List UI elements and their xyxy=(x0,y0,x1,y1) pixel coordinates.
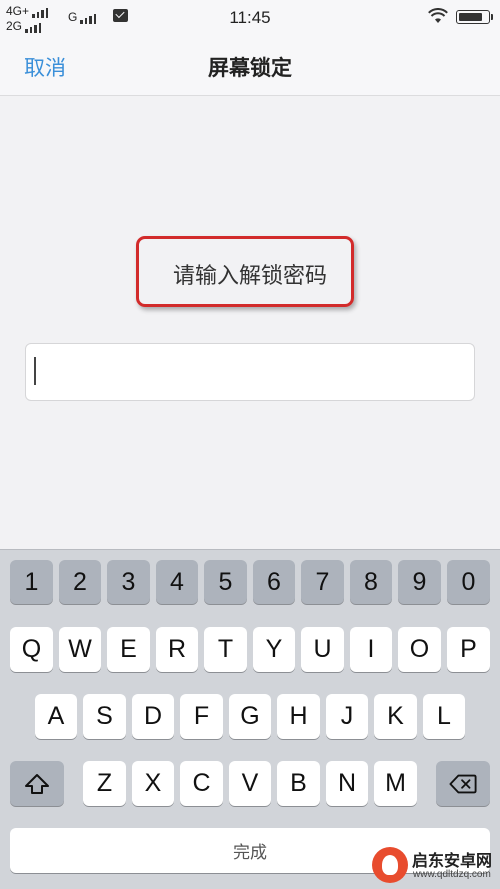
key-j[interactable]: J xyxy=(326,694,368,739)
key-n[interactable]: N xyxy=(326,761,368,806)
key-8[interactable]: 8 xyxy=(350,560,392,604)
key-t[interactable]: T xyxy=(204,627,247,672)
key-o[interactable]: O xyxy=(398,627,441,672)
key-4[interactable]: 4 xyxy=(156,560,198,604)
nav-bar: 取消 屏幕锁定 xyxy=(0,36,500,96)
backspace-icon xyxy=(449,774,477,793)
key-l[interactable]: L xyxy=(423,694,465,739)
key-3[interactable]: 3 xyxy=(107,560,150,604)
shift-icon xyxy=(25,773,49,794)
key-0[interactable]: 0 xyxy=(447,560,490,604)
keyboard: 1 2 3 4 5 6 7 8 9 0 Q W E R T Y U I O P … xyxy=(0,549,500,889)
status-time: 11:45 xyxy=(229,8,271,27)
key-z[interactable]: Z xyxy=(83,761,126,806)
key-i[interactable]: I xyxy=(350,627,392,672)
watermark-name: 启东安卓网 xyxy=(412,853,493,870)
key-g[interactable]: G xyxy=(229,694,271,739)
key-x[interactable]: X xyxy=(132,761,174,806)
shift-key[interactable] xyxy=(10,761,64,806)
key-c[interactable]: C xyxy=(180,761,223,806)
key-1[interactable]: 1 xyxy=(10,560,53,604)
backspace-key[interactable] xyxy=(436,761,490,806)
key-k[interactable]: K xyxy=(374,694,417,739)
page-title: 屏幕锁定 xyxy=(208,57,292,80)
key-q[interactable]: Q xyxy=(10,627,53,672)
key-s[interactable]: S xyxy=(83,694,126,739)
key-d[interactable]: D xyxy=(132,694,174,739)
battery-level xyxy=(458,12,483,21)
key-e[interactable]: E xyxy=(107,627,150,672)
wifi-icon xyxy=(428,8,448,23)
key-a[interactable]: A xyxy=(35,694,77,739)
key-u[interactable]: U xyxy=(301,627,344,672)
password-input[interactable] xyxy=(25,343,475,401)
key-h[interactable]: H xyxy=(277,694,320,739)
key-v[interactable]: V xyxy=(229,761,271,806)
key-b[interactable]: B xyxy=(277,761,320,806)
key-2[interactable]: 2 xyxy=(59,560,101,604)
watermark: 启东安卓网 www.qdltdzq.com xyxy=(372,847,496,885)
battery-icon xyxy=(456,10,493,24)
key-w[interactable]: W xyxy=(59,627,101,672)
key-5[interactable]: 5 xyxy=(204,560,247,604)
key-p[interactable]: P xyxy=(447,627,490,672)
key-7[interactable]: 7 xyxy=(301,560,344,604)
key-9[interactable]: 9 xyxy=(398,560,441,604)
key-y[interactable]: Y xyxy=(253,627,295,672)
key-r[interactable]: R xyxy=(156,627,198,672)
status-bar: 4G+ 2G G 11:45 xyxy=(0,0,500,36)
key-m[interactable]: M xyxy=(374,761,417,806)
watermark-url: www.qdltdzq.com xyxy=(413,869,491,880)
key-6[interactable]: 6 xyxy=(253,560,295,604)
key-f[interactable]: F xyxy=(180,694,223,739)
prompt-text: 请输入解锁密码 xyxy=(172,263,327,288)
watermark-logo-icon xyxy=(372,847,408,883)
